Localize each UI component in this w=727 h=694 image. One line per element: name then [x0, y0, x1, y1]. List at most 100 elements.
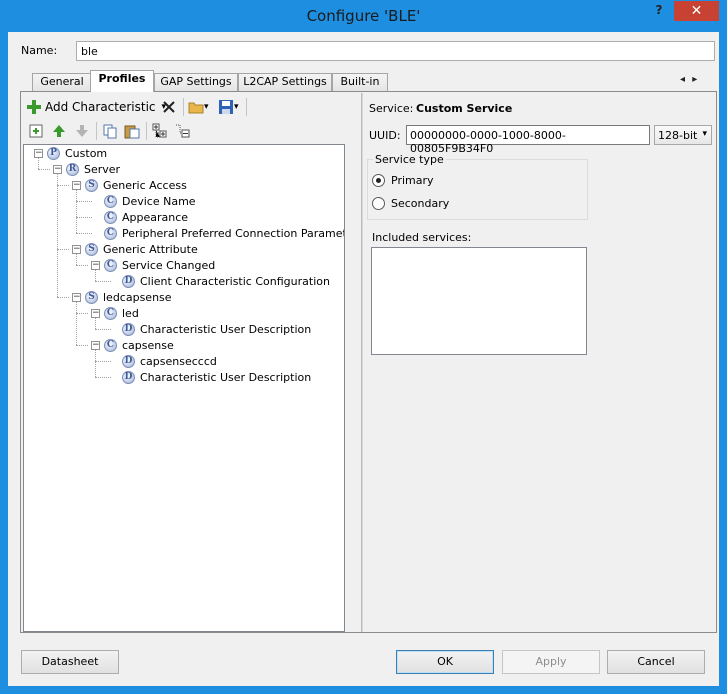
open-button[interactable]: ▾	[188, 98, 209, 116]
characteristic-icon: C	[104, 338, 117, 352]
apply-button[interactable]: Apply	[502, 650, 600, 674]
characteristic-icon: C	[104, 226, 117, 240]
tree-node-service[interactable]: S Generic Access	[85, 177, 187, 193]
tree-node-label: capsensecccd	[140, 354, 217, 368]
uuid-label: UUID:	[369, 129, 401, 142]
move-down-button[interactable]	[74, 122, 90, 140]
service-icon: S	[85, 242, 98, 256]
tree-node-characteristic[interactable]: C Appearance	[104, 209, 188, 225]
tree-expander[interactable]: −	[72, 245, 81, 254]
tab-scroll-right-icon[interactable]: ▸	[692, 74, 697, 85]
tree-expander[interactable]: −	[34, 149, 43, 158]
characteristic-icon: C	[104, 210, 117, 224]
collapse-all-icon	[174, 123, 190, 139]
tree-node-descriptor[interactable]: D Characteristic User Description	[122, 369, 311, 385]
help-button[interactable]: ?	[648, 3, 670, 23]
add-characteristic-label: Add Characteristic	[45, 100, 156, 114]
tab-scroll-left-icon[interactable]: ◂	[680, 74, 685, 85]
delete-button[interactable]	[161, 98, 177, 116]
window-title: Configure 'BLE'	[306, 7, 421, 25]
import-button[interactable]	[28, 122, 44, 140]
tree-node-characteristic[interactable]: C Device Name	[104, 193, 196, 209]
tree-node-label: Peripheral Preferred Connection Paramete…	[122, 226, 345, 240]
tree-node-characteristic[interactable]: Ccapsense	[104, 337, 174, 353]
copy-button[interactable]	[102, 122, 118, 140]
tree-expander[interactable]: −	[72, 181, 81, 190]
cancel-button[interactable]: Cancel	[607, 650, 705, 674]
expand-all-icon	[152, 123, 168, 139]
name-input[interactable]	[76, 41, 715, 61]
tree-node-characteristic[interactable]: Cled	[104, 305, 139, 321]
tree-node-label: Service Changed	[122, 258, 216, 272]
primary-radio[interactable]: Primary	[372, 174, 434, 187]
secondary-radio[interactable]: Secondary	[372, 197, 449, 210]
tab-profiles[interactable]: Profiles	[90, 70, 154, 92]
primary-label: Primary	[391, 174, 434, 187]
name-label: Name:	[21, 44, 58, 57]
save-button[interactable]: ▾	[218, 98, 239, 116]
tree-node-label: Client Characteristic Configuration	[140, 274, 330, 288]
included-services-label: Included services:	[372, 231, 472, 244]
tree-node-label: capsense	[122, 338, 174, 352]
title-bar: Configure 'BLE' ? ✕	[0, 0, 727, 32]
profile-tree-pane: Add Characteristic ▾ ▾ ▾ − − − − − − − −…	[22, 93, 354, 632]
chevron-down-icon: ▾	[234, 102, 239, 112]
tree-node-label: Appearance	[122, 210, 189, 224]
tree-node-characteristic[interactable]: C Peripheral Preferred Connection Paramet…	[104, 225, 345, 241]
tree-node-label: Custom	[65, 146, 108, 160]
tree-node-label: Device Name	[122, 194, 196, 208]
import-icon	[28, 123, 44, 139]
tree-expander[interactable]: −	[91, 261, 100, 270]
tree-expander[interactable]: −	[72, 293, 81, 302]
radio-selected-icon	[372, 174, 385, 187]
tree-node-role[interactable]: R Server	[66, 161, 120, 177]
included-services-list[interactable]	[371, 247, 587, 355]
descriptor-icon: D	[122, 322, 135, 336]
profile-tree[interactable]: − − − − − − − − P Custom R Server S Generic…	[23, 144, 345, 632]
profiles-panel: Add Characteristic ▾ ▾ ▾ − − − − − − − −…	[20, 91, 717, 633]
copy-icon	[102, 123, 118, 139]
expand-all-button[interactable]	[152, 122, 168, 140]
chevron-down-icon: ▾	[204, 102, 209, 112]
tree-node-descriptor[interactable]: D Characteristic User Description	[122, 321, 311, 337]
pane-splitter[interactable]	[361, 93, 363, 632]
uuid-size-value: 128-bit	[658, 129, 698, 142]
dialog-window: Configure 'BLE' ? ✕ Name: General Profil…	[0, 0, 727, 694]
service-icon: S	[85, 178, 98, 192]
move-up-button[interactable]	[51, 122, 67, 140]
uuid-size-select[interactable]: 128-bit ▾	[654, 125, 712, 145]
close-button[interactable]: ✕	[674, 1, 719, 21]
tree-toolbar-bottom	[22, 120, 354, 142]
tree-expander[interactable]: −	[91, 309, 100, 318]
datasheet-button[interactable]: Datasheet	[21, 650, 119, 674]
paste-button[interactable]	[124, 122, 140, 140]
tree-expander[interactable]: −	[91, 341, 100, 350]
tree-node-descriptor[interactable]: D Client Characteristic Configuration	[122, 273, 330, 289]
tab-scroll-arrows: ◂ ▸	[680, 74, 697, 85]
uuid-input[interactable]: 00000000-0000-1000-8000-00805F9B34F0	[406, 125, 650, 155]
tab-built-in[interactable]: Built-in	[332, 73, 388, 91]
characteristic-icon: C	[104, 258, 117, 272]
tree-toolbar-top: Add Characteristic ▾ ▾ ▾	[22, 96, 354, 118]
plus-icon	[26, 99, 42, 115]
tree-expander[interactable]: −	[53, 165, 62, 174]
tree-node-service[interactable]: S Generic Attribute	[85, 241, 198, 257]
tab-gap-settings[interactable]: GAP Settings	[154, 73, 238, 91]
tree-node-service[interactable]: Sledcapsense	[85, 289, 172, 305]
service-type-title: Service type	[373, 153, 446, 166]
add-characteristic-button[interactable]: Add Characteristic ▾	[26, 98, 166, 116]
secondary-label: Secondary	[391, 197, 450, 210]
tree-node-profile[interactable]: P Custom	[47, 145, 107, 161]
tab-general[interactable]: General	[32, 73, 92, 91]
tree-node-label: Generic Attribute	[103, 242, 198, 256]
tree-node-descriptor[interactable]: Dcapsensecccd	[122, 353, 217, 369]
tab-l2cap-settings[interactable]: L2CAP Settings	[238, 73, 332, 91]
save-icon	[218, 99, 234, 115]
collapse-all-button[interactable]	[174, 122, 190, 140]
tree-node-label: Generic Access	[103, 178, 187, 192]
profile-icon: P	[47, 146, 60, 160]
service-icon: S	[85, 290, 98, 304]
tree-node-characteristic[interactable]: C Service Changed	[104, 257, 215, 273]
dialog-client: Name: General Profiles GAP Settings L2CA…	[8, 32, 719, 686]
ok-button[interactable]: OK	[396, 650, 494, 674]
